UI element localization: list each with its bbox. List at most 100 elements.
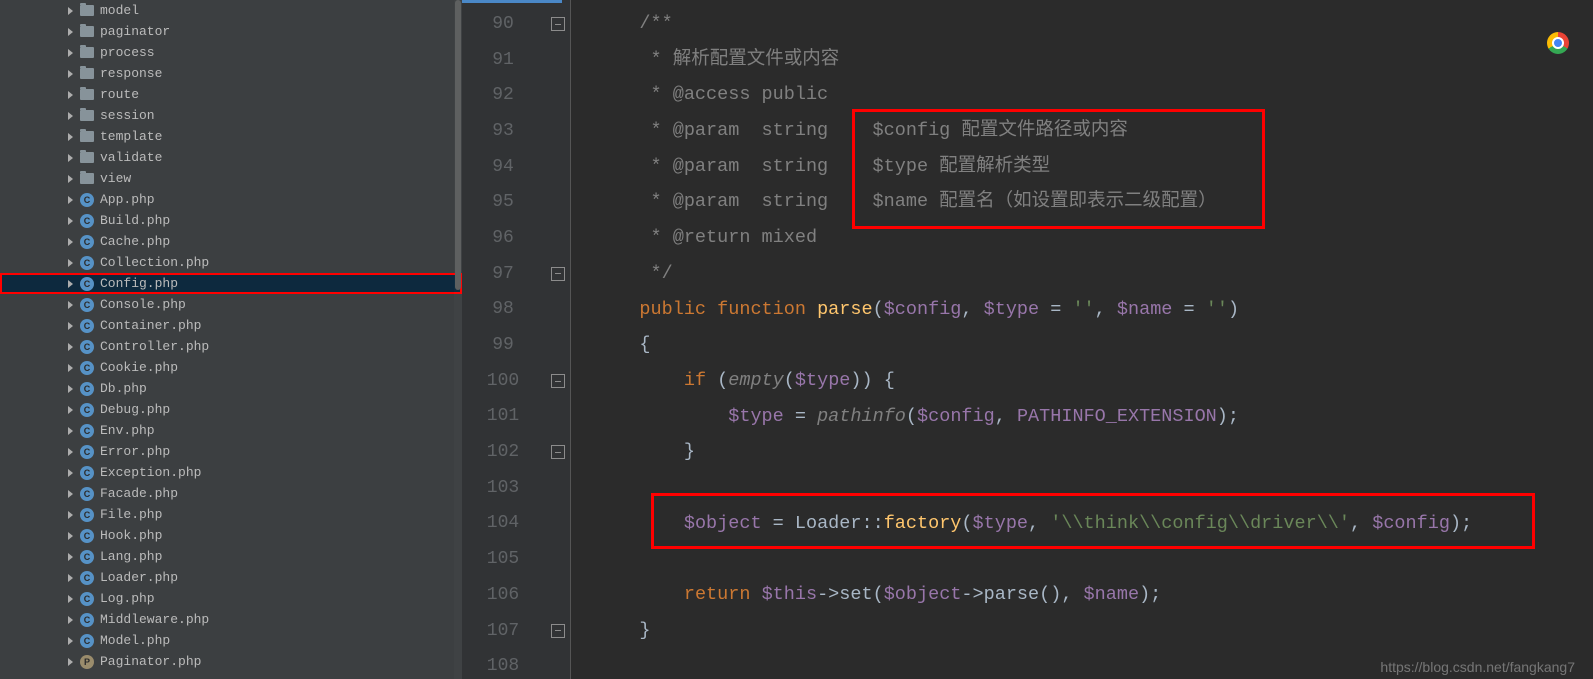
tree-item-response[interactable]: response [0, 63, 462, 84]
line-number[interactable]: 99 [462, 327, 544, 363]
tree-item-exception-php[interactable]: CException.php [0, 462, 462, 483]
line-number[interactable]: 107 [462, 613, 544, 649]
line-number[interactable]: 91 [462, 42, 544, 78]
code-line-94[interactable]: * @param string $type 配置解析类型 [571, 149, 1593, 185]
line-number[interactable]: 104 [462, 506, 544, 542]
code-editor[interactable]: 9091929394959697989910010110210310410510… [462, 0, 1593, 679]
tree-item-build-php[interactable]: CBuild.php [0, 210, 462, 231]
expand-arrow-icon[interactable] [68, 154, 73, 162]
code-line-107[interactable]: } [571, 613, 1593, 649]
fold-toggle-icon[interactable] [551, 267, 565, 281]
expand-arrow-icon[interactable] [68, 511, 73, 519]
code-line-100[interactable]: if (empty($type)) { [571, 363, 1593, 399]
tree-item-model-php[interactable]: CModel.php [0, 630, 462, 651]
line-number[interactable]: 94 [462, 149, 544, 185]
line-number[interactable]: 101 [462, 399, 544, 435]
expand-arrow-icon[interactable] [68, 112, 73, 120]
tree-item-template[interactable]: template [0, 126, 462, 147]
line-number[interactable]: 93 [462, 113, 544, 149]
expand-arrow-icon[interactable] [68, 133, 73, 141]
expand-arrow-icon[interactable] [68, 259, 73, 267]
fold-toggle-icon[interactable] [551, 17, 565, 31]
tree-item-session[interactable]: session [0, 105, 462, 126]
expand-arrow-icon[interactable] [68, 343, 73, 351]
expand-arrow-icon[interactable] [68, 448, 73, 456]
line-number[interactable]: 103 [462, 470, 544, 506]
tree-item-log-php[interactable]: CLog.php [0, 588, 462, 609]
line-number[interactable]: 100 [462, 363, 544, 399]
expand-arrow-icon[interactable] [68, 217, 73, 225]
tree-item-paginator-php[interactable]: PPaginator.php [0, 651, 462, 672]
expand-arrow-icon[interactable] [68, 364, 73, 372]
code-area[interactable]: /** * 解析配置文件或内容 * @access public * @para… [571, 0, 1593, 679]
fold-gutter[interactable] [544, 0, 571, 679]
code-line-93[interactable]: * @param string $config 配置文件路径或内容 [571, 113, 1593, 149]
fold-toggle-icon[interactable] [551, 624, 565, 638]
code-line-99[interactable]: { [571, 327, 1593, 363]
expand-arrow-icon[interactable] [68, 658, 73, 666]
tree-item-app-php[interactable]: CApp.php [0, 189, 462, 210]
tree-item-collection-php[interactable]: CCollection.php [0, 252, 462, 273]
expand-arrow-icon[interactable] [68, 469, 73, 477]
code-line-91[interactable]: * 解析配置文件或内容 [571, 42, 1593, 78]
code-line-95[interactable]: * @param string $name 配置名（如设置即表示二级配置） [571, 184, 1593, 220]
expand-arrow-icon[interactable] [68, 49, 73, 57]
expand-arrow-icon[interactable] [68, 553, 73, 561]
code-line-105[interactable] [571, 541, 1593, 577]
line-number[interactable]: 105 [462, 541, 544, 577]
expand-arrow-icon[interactable] [68, 238, 73, 246]
expand-arrow-icon[interactable] [68, 91, 73, 99]
tree-item-validate[interactable]: validate [0, 147, 462, 168]
expand-arrow-icon[interactable] [68, 490, 73, 498]
tree-item-config-php[interactable]: CConfig.php [0, 273, 462, 294]
line-number[interactable]: 106 [462, 577, 544, 613]
expand-arrow-icon[interactable] [68, 595, 73, 603]
tree-item-controller-php[interactable]: CController.php [0, 336, 462, 357]
line-number[interactable]: 102 [462, 434, 544, 470]
tree-item-middleware-php[interactable]: CMiddleware.php [0, 609, 462, 630]
fold-toggle-icon[interactable] [551, 374, 565, 388]
tree-item-env-php[interactable]: CEnv.php [0, 420, 462, 441]
code-line-102[interactable]: } [571, 434, 1593, 470]
tree-item-hook-php[interactable]: CHook.php [0, 525, 462, 546]
line-number[interactable]: 96 [462, 220, 544, 256]
tree-item-error-php[interactable]: CError.php [0, 441, 462, 462]
line-number[interactable]: 98 [462, 292, 544, 328]
code-line-90[interactable]: /** [571, 6, 1593, 42]
expand-arrow-icon[interactable] [68, 301, 73, 309]
code-line-104[interactable]: $object = Loader::factory($type, '\\thin… [571, 506, 1593, 542]
expand-arrow-icon[interactable] [68, 7, 73, 15]
tree-item-facade-php[interactable]: CFacade.php [0, 483, 462, 504]
expand-arrow-icon[interactable] [68, 175, 73, 183]
code-line-103[interactable] [571, 470, 1593, 506]
code-line-101[interactable]: $type = pathinfo($config, PATHINFO_EXTEN… [571, 399, 1593, 435]
expand-arrow-icon[interactable] [68, 385, 73, 393]
tree-item-container-php[interactable]: CContainer.php [0, 315, 462, 336]
tree-item-console-php[interactable]: CConsole.php [0, 294, 462, 315]
expand-arrow-icon[interactable] [68, 406, 73, 414]
expand-arrow-icon[interactable] [68, 196, 73, 204]
tree-item-loader-php[interactable]: CLoader.php [0, 567, 462, 588]
tree-item-cache-php[interactable]: CCache.php [0, 231, 462, 252]
fold-toggle-icon[interactable] [551, 445, 565, 459]
expand-arrow-icon[interactable] [68, 616, 73, 624]
line-number[interactable]: 95 [462, 184, 544, 220]
line-number[interactable]: 90 [462, 6, 544, 42]
tree-item-file-php[interactable]: CFile.php [0, 504, 462, 525]
line-number[interactable]: 97 [462, 256, 544, 292]
expand-arrow-icon[interactable] [68, 70, 73, 78]
expand-arrow-icon[interactable] [68, 28, 73, 36]
sidebar-scrollbar-track[interactable] [454, 0, 462, 679]
code-line-97[interactable]: */ [571, 256, 1593, 292]
code-line-98[interactable]: public function parse($config, $type = '… [571, 292, 1593, 328]
tree-item-route[interactable]: route [0, 84, 462, 105]
code-line-92[interactable]: * @access public [571, 77, 1593, 113]
line-number-gutter[interactable]: 9091929394959697989910010110210310410510… [462, 0, 544, 679]
tree-item-lang-php[interactable]: CLang.php [0, 546, 462, 567]
tree-item-paginator[interactable]: paginator [0, 21, 462, 42]
expand-arrow-icon[interactable] [68, 322, 73, 330]
code-line-106[interactable]: return $this->set($object->parse(), $nam… [571, 577, 1593, 613]
line-number[interactable]: 92 [462, 77, 544, 113]
expand-arrow-icon[interactable] [68, 637, 73, 645]
tree-item-debug-php[interactable]: CDebug.php [0, 399, 462, 420]
